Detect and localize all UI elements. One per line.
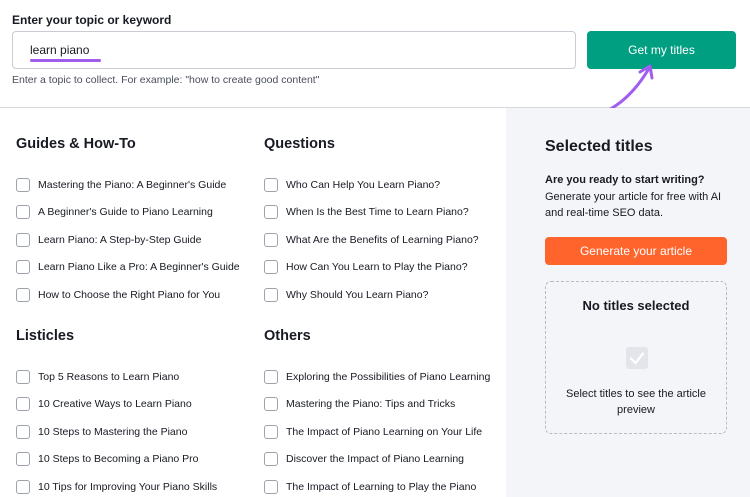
section-title-guides: Guides & How-To: [16, 136, 136, 152]
title-checkbox[interactable]: [16, 479, 30, 494]
section-questions: Questions Who Can Help You Learn Piano? …: [264, 136, 504, 309]
panel-prompt: Are you ready to start writing?: [545, 174, 705, 186]
title-list: Top 5 Reasons to Learn Piano 10 Creative…: [16, 363, 256, 497]
title-option[interactable]: 10 Steps to Becoming a Piano Pro: [16, 446, 256, 474]
title-checkbox[interactable]: [264, 260, 278, 275]
section-title-listicles: Listicles: [16, 328, 75, 344]
title-option[interactable]: 10 Creative Ways to Learn Piano: [16, 391, 256, 419]
empty-message: Select titles to see the article preview: [565, 388, 706, 416]
title-option-label: The Impact of Learning to Play the Piano: [286, 480, 477, 493]
title-option-label: Top 5 Reasons to Learn Piano: [38, 370, 180, 383]
title-option[interactable]: Exploring the Possibilities of Piano Lea…: [264, 363, 504, 391]
title-option[interactable]: Top 5 Reasons to Learn Piano: [16, 363, 256, 391]
title-checkbox[interactable]: [264, 287, 278, 302]
title-list: Mastering the Piano: A Beginner's Guide …: [16, 171, 256, 309]
generate-article-button[interactable]: Generate your article: [545, 237, 727, 265]
topic-input[interactable]: learn piano: [12, 31, 576, 69]
title-checkbox[interactable]: [264, 424, 278, 439]
section-title-questions: Questions: [264, 136, 335, 152]
title-option[interactable]: Why Should You Learn Piano?: [264, 281, 504, 309]
title-checkbox[interactable]: [16, 232, 30, 247]
title-checkbox[interactable]: [264, 205, 278, 220]
title-checkbox[interactable]: [16, 177, 30, 192]
title-option[interactable]: Discover the Impact of Piano Learning: [264, 446, 504, 474]
title-option[interactable]: How Can You Learn to Play the Piano?: [264, 254, 504, 282]
input-highlight-underline: [30, 59, 101, 62]
title-option-label: Learn Piano: A Step-by-Step Guide: [38, 233, 202, 246]
section-listicles: Listicles Top 5 Reasons to Learn Piano 1…: [16, 328, 256, 497]
title-option-label: Learn Piano Like a Pro: A Beginner's Gui…: [38, 261, 240, 274]
topic-search-section: Enter your topic or keyword learn piano …: [0, 0, 750, 120]
title-option-label: Mastering the Piano: A Beginner's Guide: [38, 178, 227, 191]
selected-titles-panel: Selected titles Are you ready to start w…: [506, 108, 750, 497]
title-option-label: When Is the Best Time to Learn Piano?: [286, 206, 469, 219]
title-option[interactable]: When Is the Best Time to Learn Piano?: [264, 199, 504, 227]
title-option-label: Exploring the Possibilities of Piano Lea…: [286, 370, 491, 383]
title-option[interactable]: How to Choose the Right Piano for You: [16, 281, 256, 309]
title-option[interactable]: 10 Tips for Improving Your Piano Skills: [16, 473, 256, 497]
title-checkbox[interactable]: [264, 452, 278, 467]
title-option[interactable]: Learn Piano: A Step-by-Step Guide: [16, 226, 256, 254]
title-option-label: Why Should You Learn Piano?: [286, 288, 429, 301]
title-option-label: 10 Steps to Becoming a Piano Pro: [38, 453, 199, 466]
title-checkbox[interactable]: [16, 397, 30, 412]
title-checkbox[interactable]: [16, 452, 30, 467]
title-checkbox[interactable]: [16, 287, 30, 302]
title-checkbox[interactable]: [264, 232, 278, 247]
empty-selection-box: No titles selected Select titles to see …: [545, 281, 727, 434]
section-others: Others Exploring the Possibilities of Pi…: [264, 328, 504, 497]
title-option[interactable]: The Impact of Learning to Play the Piano: [264, 473, 504, 497]
title-checkbox[interactable]: [16, 260, 30, 275]
title-option[interactable]: 10 Steps to Mastering the Piano: [16, 418, 256, 446]
title-option[interactable]: Mastering the Piano: Tips and Tricks: [264, 391, 504, 419]
title-checkbox[interactable]: [16, 424, 30, 439]
title-option-label: Discover the Impact of Piano Learning: [286, 453, 465, 466]
title-list: Who Can Help You Learn Piano? When Is th…: [264, 171, 504, 309]
topic-hint: Enter a topic to collect. For example: "…: [12, 74, 320, 86]
title-checkbox[interactable]: [264, 369, 278, 384]
title-option-label: 10 Steps to Mastering the Piano: [38, 425, 188, 438]
title-option-label: How Can You Learn to Play the Piano?: [286, 261, 468, 274]
topic-input-value[interactable]: learn piano: [30, 43, 89, 57]
title-option-label: How to Choose the Right Piano for You: [38, 288, 221, 301]
title-checkbox[interactable]: [16, 205, 30, 220]
panel-title: Selected titles: [545, 138, 653, 155]
title-option-label: The Impact of Piano Learning on Your Lif…: [286, 425, 483, 438]
title-checkbox[interactable]: [264, 177, 278, 192]
title-list: Exploring the Possibilities of Piano Lea…: [264, 363, 504, 497]
title-option-label: A Beginner's Guide to Piano Learning: [38, 206, 213, 219]
title-option[interactable]: Learn Piano Like a Pro: A Beginner's Gui…: [16, 254, 256, 282]
title-option[interactable]: Who Can Help You Learn Piano?: [264, 171, 504, 199]
title-checkbox[interactable]: [16, 369, 30, 384]
empty-title: No titles selected: [582, 298, 690, 313]
title-option[interactable]: The Impact of Piano Learning on Your Lif…: [264, 418, 504, 446]
title-option-label: Mastering the Piano: Tips and Tricks: [286, 398, 456, 411]
topic-field-label: Enter your topic or keyword: [12, 13, 172, 27]
title-option-label: 10 Creative Ways to Learn Piano: [38, 398, 192, 411]
title-option[interactable]: What Are the Benefits of Learning Piano?: [264, 226, 504, 254]
section-guides: Guides & How-To Mastering the Piano: A B…: [16, 136, 256, 309]
title-option-label: What Are the Benefits of Learning Piano?: [286, 233, 479, 246]
title-option[interactable]: Mastering the Piano: A Beginner's Guide: [16, 171, 256, 199]
title-option-label: Who Can Help You Learn Piano?: [286, 178, 441, 191]
title-checkbox[interactable]: [264, 479, 278, 494]
title-option-label: 10 Tips for Improving Your Piano Skills: [38, 480, 218, 493]
title-option[interactable]: A Beginner's Guide to Piano Learning: [16, 199, 256, 227]
panel-description: Generate your article for free with AI a…: [545, 191, 722, 219]
checkbox-placeholder-icon: [626, 347, 648, 369]
section-title-others: Others: [264, 328, 311, 344]
title-checkbox[interactable]: [264, 397, 278, 412]
